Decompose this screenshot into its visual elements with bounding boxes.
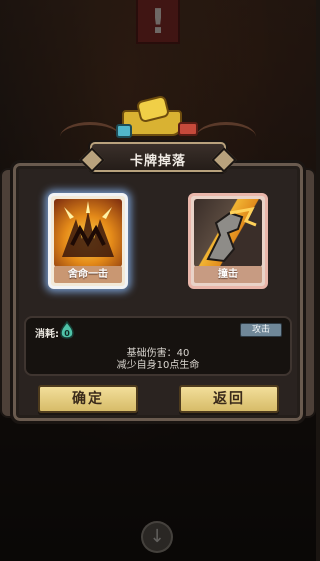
arrow-down-icon[interactable]: ↓	[141, 521, 173, 553]
card-option-1[interactable]: 舍命一击	[48, 193, 128, 289]
back-button[interactable]: 返回	[179, 385, 279, 413]
dialog-title: 卡牌掉落	[129, 154, 186, 169]
energy-flame-icon: 0	[60, 320, 74, 339]
card-description-line: 基础伤害：40	[126, 348, 190, 359]
card-info-panel: 消耗: 0 攻击 基础伤害：40 减少自身10点生命	[24, 316, 292, 376]
card-name: 舍命一击	[54, 266, 122, 283]
card-art-charge-icon	[194, 199, 262, 267]
cost-label: 消耗:	[35, 329, 59, 340]
card-name: 撞击	[194, 266, 262, 283]
card-description-line: 减少自身10点生命	[116, 360, 200, 371]
card-type-tag: 攻击	[240, 323, 282, 337]
cost-value: 0	[64, 329, 70, 338]
card-art-claw-icon	[54, 199, 122, 267]
dialog-title-plate: 卡牌掉落	[90, 142, 226, 172]
treasure-chest-icon	[112, 94, 208, 144]
confirm-button[interactable]: 确定	[38, 385, 138, 413]
card-option-2[interactable]: 撞击	[188, 193, 268, 289]
